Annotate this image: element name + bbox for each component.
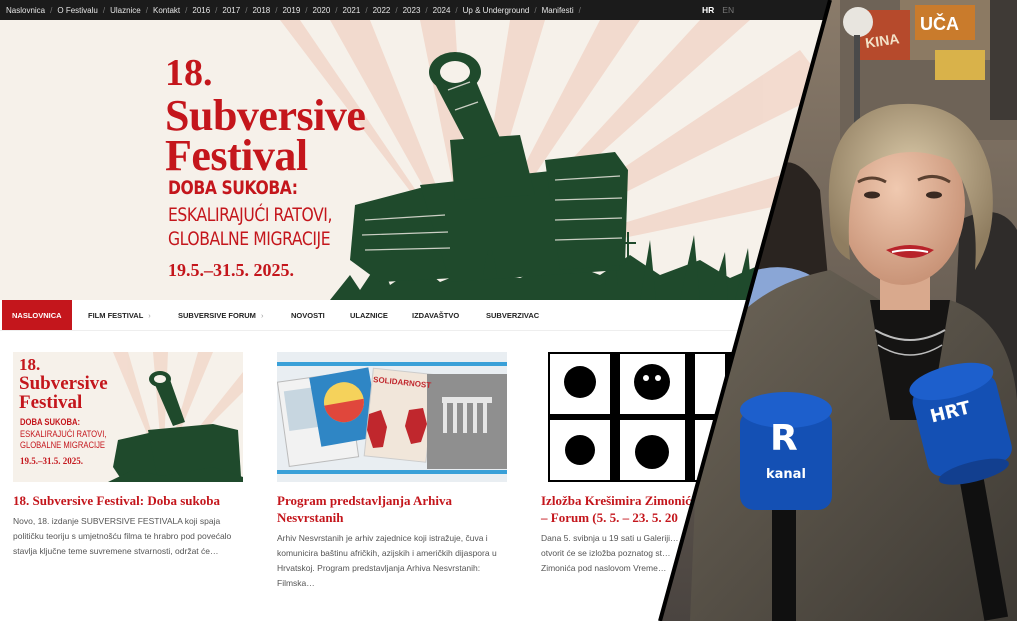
mic-kanal-logo: kanal: [766, 467, 806, 482]
mic-r-logo: R: [770, 418, 798, 459]
tv-news-video: KINA UČA R kanal HRT: [658, 0, 1017, 621]
shop-sign-uca: UČA: [920, 13, 959, 34]
